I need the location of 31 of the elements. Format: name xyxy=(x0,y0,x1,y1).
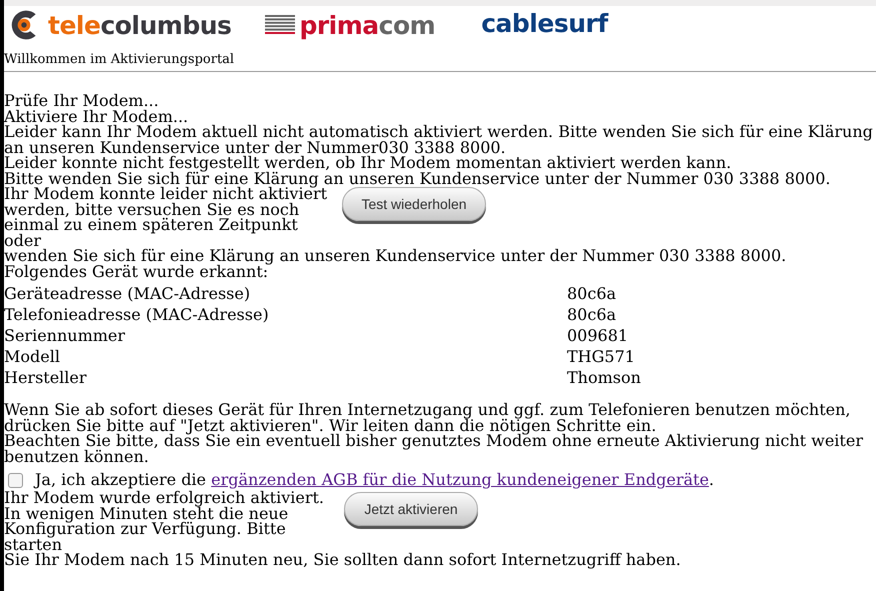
brand-logo-text: telecolumbus xyxy=(48,10,232,40)
device-value: Thomson xyxy=(567,370,641,386)
success-message: Ihr Modem wurde erfolgreich aktiviert. In wenigen Minuten steht die neue Konfiguration zur Verfügung. Bitte starten xyxy=(4,490,324,552)
agb-consent-text: Ja, ich akzeptiere die ergänzenden AGB für die Nutzung kundeneigener Endgeräte. xyxy=(35,472,714,488)
device-value: 80c6a xyxy=(567,286,616,302)
info-text: Wenn Sie ab sofort dieses Gerät für Ihren Internetzugang und ggf. zum Telefonieren benutzen möchten, drücken Sie bitte auf "Jetzt aktivieren". Wir leiten dann die nötigen Schritte ein. xyxy=(4,402,851,433)
welcome-text: Willkommen im Aktivierungsportal xyxy=(4,52,236,67)
status-message: Prüfe Ihr Modem... xyxy=(4,93,159,108)
status-message: Leider kann Ihr Modem aktuell nicht automatisch aktiviert werden. Bitte wenden Sie sich für eine Klärung an unseren Kundenservice unter der Nummer030 3388 8000. xyxy=(4,124,874,155)
device-value: 80c6a xyxy=(567,306,616,322)
info-text: Beachten Sie bitte, dass Sie ein eventuell bisher genutztes Modem ohne erneute Aktivierung nicht weiter benutzen können. xyxy=(4,433,864,464)
activate-button[interactable]: Jetzt aktivieren xyxy=(344,492,478,526)
device-label: Telefonieadresse (MAC-Adresse) xyxy=(4,306,270,322)
device-label: Geräteadresse (MAC-Adresse) xyxy=(4,286,252,302)
retry-button[interactable]: Test wiederholen xyxy=(342,187,486,221)
device-value: THG571 xyxy=(567,348,635,364)
device-label: Seriennummer xyxy=(4,328,126,344)
success-message: Sie Ihr Modem nach 15 Minuten neu, Sie sollten dann sofort Internetzugriff haben. xyxy=(4,552,682,568)
agb-link[interactable]: ergänzenden AGB für die Nutzung kundeneigener Endgeräte xyxy=(211,470,709,490)
device-heading: Folgendes Gerät wurde erkannt: xyxy=(4,264,268,279)
device-value: 009681 xyxy=(567,328,628,344)
status-message: Bitte wenden Sie sich für eine Klärung an unseren Kundenservice unter der Nummer 030 3388 8000. xyxy=(4,170,832,186)
brand-logo-text: cablesurf xyxy=(481,8,608,38)
status-message: Aktiviere Ihr Modem... xyxy=(4,108,188,124)
status-message: Leider konnte nicht festgestellt werden, ob Ihr Modem momentan aktiviert werden kann. xyxy=(4,155,732,170)
stripes-logo-icon xyxy=(265,15,296,35)
brand-logo-text: primacom xyxy=(299,10,436,40)
agb-checkbox[interactable] xyxy=(8,472,23,488)
retry-message: wenden Sie sich für eine Klärung an unseren Kundenservice unter der Nummer 030 3388 8000. xyxy=(4,248,788,264)
device-label: Hersteller xyxy=(4,370,88,386)
device-label: Modell xyxy=(4,348,61,364)
